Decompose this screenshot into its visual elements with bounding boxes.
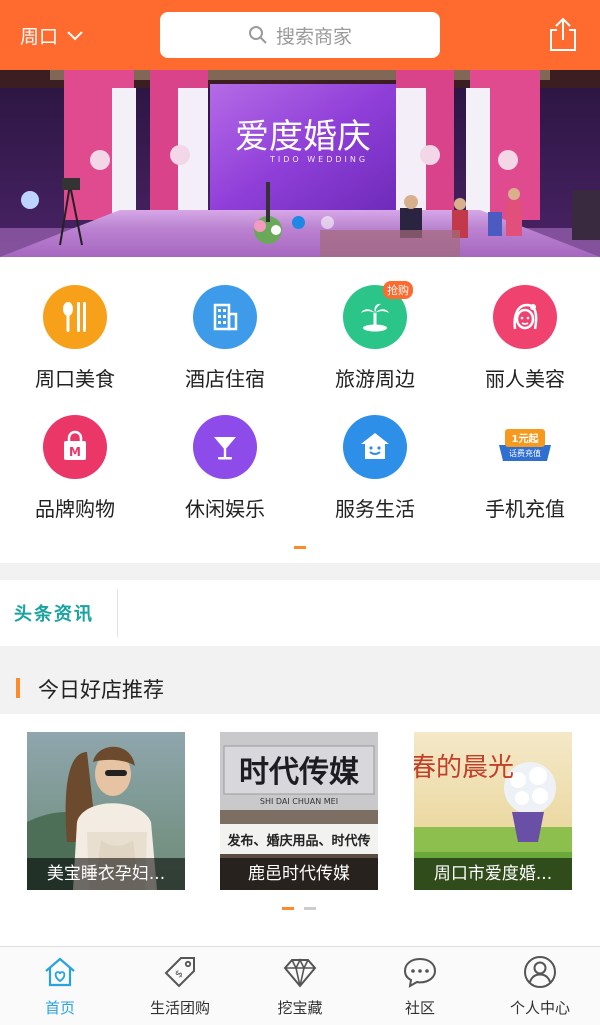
svg-text:M: M [69,445,81,459]
tab-label: 首页 [44,999,75,1017]
banner-dots [292,216,334,229]
recharge-badge-text: 1元起 [512,432,540,445]
category-label: 手机充值 [485,497,565,521]
fork-knife-icon [43,285,107,349]
banner-title: 爱度婚庆 [235,117,371,157]
promo-tag: 抢购 [383,281,413,299]
app-page: 周口 搜索商家 爱度婚庆 TIDO WEDDING 周口美食 酒店住宿 抢购 旅… [0,0,600,1025]
category-recharge[interactable]: 1元起 话费充值 手机充值 [450,415,600,522]
search-icon [248,26,267,44]
shop-card[interactable]: 美宝睡衣孕妇... [27,732,185,890]
recommend-title: 今日好店推荐 [38,678,164,702]
tab-community[interactable]: 社区 [360,947,480,1025]
tab-profile[interactable]: 个人中心 [480,947,600,1025]
shop-overlay-text: 春的晨光 [414,753,514,783]
category-label: 旅游周边 [335,367,415,391]
category-hotel[interactable]: 酒店住宿 [150,285,300,392]
category-leisure[interactable]: 休闲娱乐 [150,415,300,522]
shop-card[interactable]: 春的晨光 周口市爱度婚... [414,732,572,890]
shop-name: 周口市爱度婚... [414,858,572,890]
category-service[interactable]: 服务生活 [300,415,450,522]
woman-face-icon [493,285,557,349]
category-travel[interactable]: 抢购 旅游周边 [300,281,450,392]
banner-subtitle: TIDO WEDDING [269,155,368,164]
shop-card[interactable]: 时代传媒 SHI DAI CHUAN MEI 发布、婚庆用品、时代传 鹿邑时代传… [220,732,378,890]
recommend-dot[interactable] [304,907,316,910]
shop-sign-pinyin: SHI DAI CHUAN MEI [260,797,338,806]
category-label: 服务生活 [335,497,415,521]
headline-news-bar[interactable]: 头条资讯 [0,580,600,646]
price-tag-icon: $ [164,957,195,988]
city-label: 周口 [20,26,59,48]
tab-home[interactable]: 首页 [0,947,120,1025]
diamond-icon [283,958,317,988]
category-label: 品牌购物 [35,497,115,521]
tab-label: 社区 [404,999,435,1017]
category-page-indicator [294,546,306,549]
category-shopping[interactable]: M 品牌购物 [0,415,150,522]
cocktail-icon [193,415,257,479]
share-icon[interactable] [548,16,578,52]
bottom-tabbar: 首页 $ 生活团购 挖宝藏 社区 个人中心 [0,946,600,1025]
chat-bubble-icon [403,957,437,988]
recommend-header: 今日好店推荐 [0,662,600,714]
category-beauty[interactable]: 丽人美容 [450,285,600,392]
shop-sign-text: 时代传媒 [239,755,360,790]
search-input[interactable]: 搜索商家 [160,12,440,58]
tab-label: 生活团购 [149,999,210,1017]
category-grid: 周口美食 酒店住宿 抢购 旅游周边 丽人美容 M 品牌购物 休闲娱乐 服务生活 … [0,257,600,563]
category-label: 丽人美容 [485,367,565,391]
shop-name: 鹿邑时代传媒 [220,858,378,890]
category-label: 酒店住宿 [185,367,265,391]
tab-label: 个人中心 [509,999,570,1017]
recommend-carousel: 美宝睡衣孕妇... 时代传媒 SHI DAI CHUAN MEI 发布、婚庆用品… [0,714,600,946]
recharge-badge-sub: 话费充值 [509,448,541,458]
palm-island-icon: 抢购 [343,281,413,349]
category-label: 周口美食 [35,367,115,391]
banner-dot[interactable] [321,216,334,229]
home-icon [45,957,75,987]
category-label: 休闲娱乐 [185,497,265,521]
city-selector[interactable]: 周口 [20,22,84,49]
tab-treasure[interactable]: 挖宝藏 [240,947,360,1025]
headline-label: 头条资讯 [14,604,94,625]
shopping-bag-icon: M [43,415,107,479]
recharge-badge-icon: 1元起 话费充值 [493,415,557,479]
tab-group-buy[interactable]: $ 生活团购 [120,947,240,1025]
divider [117,589,118,637]
category-food[interactable]: 周口美食 [0,285,150,392]
hotel-building-icon [193,285,257,349]
top-header: 周口 搜索商家 [0,0,600,70]
search-placeholder: 搜索商家 [275,25,352,48]
tab-label: 挖宝藏 [277,999,323,1017]
banner-dot[interactable] [292,216,305,229]
shop-sign-sub: 发布、婚庆用品、时代传 [226,833,370,849]
section-marker [16,678,20,698]
chevron-down-icon [67,30,83,40]
smile-house-icon [343,415,407,479]
recommend-dot[interactable] [282,907,294,910]
user-icon [524,956,556,988]
shop-name: 美宝睡衣孕妇... [27,858,185,890]
svg-text:$: $ [173,968,185,980]
recommend-dots [282,907,316,910]
